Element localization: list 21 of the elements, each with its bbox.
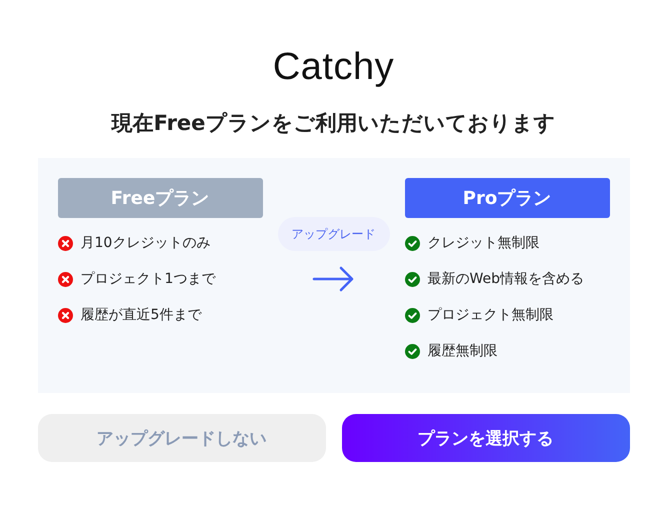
check-icon <box>404 344 420 358</box>
feature-text: 月10クレジットのみ <box>80 234 210 253</box>
select-plan-button[interactable]: プランを選択する <box>342 414 630 462</box>
arrow-icon <box>312 265 356 293</box>
plan-header: Freeプラン <box>58 178 262 218</box>
cross-icon <box>58 272 72 286</box>
feature-text: 履歴が直近5件まで <box>80 306 202 325</box>
cross-icon <box>58 308 72 322</box>
feature-text: プロジェクト無制限 <box>428 306 554 325</box>
feature-text: プロジェクト1つまで <box>80 270 216 289</box>
check-icon <box>404 308 420 322</box>
feature-text: 最新のWeb情報を含める <box>428 270 584 289</box>
plan-header: Proプラン <box>404 178 610 218</box>
upgrade-badge: アップグレード <box>278 217 390 251</box>
check-icon <box>404 236 420 250</box>
logo: Catchy <box>272 45 394 90</box>
feature-text: クレジット無制限 <box>428 234 540 253</box>
feature-text: 履歴無制限 <box>428 342 498 361</box>
check-icon <box>404 272 420 286</box>
cross-icon <box>58 236 72 250</box>
heading: 現在Freeプランをご利用いただいております <box>112 110 556 137</box>
